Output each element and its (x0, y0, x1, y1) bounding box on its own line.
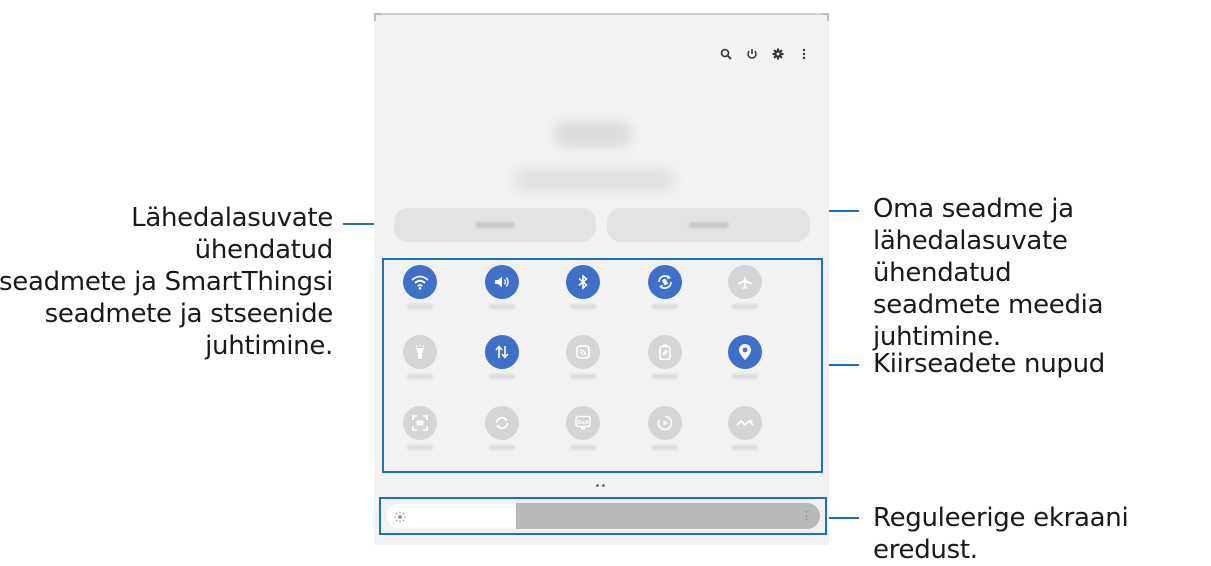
screen-corner (374, 13, 382, 21)
brightness-more-icon[interactable]: ⋮ (801, 509, 812, 523)
qs-tile-nearby-share[interactable] (728, 406, 762, 440)
qs-tile-sync[interactable] (485, 406, 519, 440)
qs-tile-label-blurred (570, 374, 596, 379)
screen-capture-icon (412, 415, 428, 431)
qs-tile-mobile-data[interactable] (485, 335, 519, 369)
qs-tile-auto-rotate[interactable] (648, 265, 682, 299)
qs-tile-label-blurred (652, 374, 678, 379)
callout-brightness: Reguleerige ekraani eredust. (873, 502, 1211, 566)
panel-top-icons (719, 47, 811, 61)
quick-settings-grid: DeX (382, 258, 823, 473)
devices-label-blurred (475, 222, 515, 228)
media-output-button[interactable] (607, 208, 810, 242)
brightness-icon (394, 510, 406, 523)
callout-line: Reguleerige ekraani eredust. (873, 503, 1129, 565)
wifi-icon (411, 274, 429, 290)
nearby-share-icon (736, 417, 754, 429)
qs-tile-label-blurred (652, 445, 678, 450)
qs-tile-label-blurred (570, 445, 596, 450)
flashlight-icon (413, 344, 427, 360)
callout-line: Kiirseadete nupud (873, 349, 1105, 379)
qs-tile-label-blurred (652, 304, 678, 309)
screen-recorder-icon (657, 415, 673, 431)
qs-tile-flashlight[interactable] (403, 335, 437, 369)
callout-line: Lähedalasuvate ühendatud (131, 203, 333, 265)
qs-tile-label-blurred (489, 374, 515, 379)
qs-tile-airplane-mode[interactable] (728, 265, 762, 299)
callout-line: Oma seadme ja (873, 194, 1074, 224)
qs-tile-label-blurred (732, 304, 758, 309)
devices-button[interactable] (394, 208, 596, 242)
callout-line: juhtimine. (205, 331, 333, 361)
qs-tile-power-saving[interactable] (648, 335, 682, 369)
qs-tile-label-blurred (407, 304, 433, 309)
qs-tile-location[interactable] (728, 335, 762, 369)
page-indicator (596, 484, 605, 487)
power-icon[interactable] (745, 47, 759, 61)
settings-icon[interactable] (771, 47, 785, 61)
airplane-mode-icon (737, 274, 753, 290)
qs-tile-bluetooth[interactable] (566, 265, 600, 299)
sound-icon (494, 275, 510, 289)
auto-rotate-icon (656, 273, 674, 291)
qs-tile-dex[interactable]: DeX (566, 406, 600, 440)
qs-tile-screen-capture[interactable] (403, 406, 437, 440)
callout-line: seadmete ja stseenide (44, 299, 334, 329)
notification-panel: DeX ⋮ (374, 13, 829, 545)
qs-tile-label-blurred (732, 374, 758, 379)
qs-tile-label-blurred (407, 445, 433, 450)
svg-text:DeX: DeX (577, 420, 589, 426)
callout-devices-control: Lähedalasuvate ühendatud seadmete ja Sma… (0, 202, 333, 362)
bluetooth-icon (577, 274, 589, 290)
more-options-icon[interactable] (797, 47, 811, 61)
power-saving-icon (659, 344, 671, 360)
callout-media-control: Oma seadme ja lähedalasuvate ühendatud s… (873, 193, 1211, 353)
qs-tile-screen-recorder[interactable] (648, 406, 682, 440)
qs-tile-label-blurred (407, 374, 433, 379)
qs-tile-label-blurred (732, 445, 758, 450)
callout-line: lähedalasuvate ühendatud (873, 226, 1068, 288)
location-icon (738, 343, 752, 361)
callout-quick-settings: Kiirseadete nupud (873, 348, 1211, 380)
callout-leader-brightness (826, 517, 859, 519)
qs-tile-label-blurred (489, 304, 515, 309)
brightness-slider[interactable]: ⋮ (386, 503, 820, 529)
brightness-frame: ⋮ (379, 497, 827, 535)
qs-tile-label-blurred (489, 445, 515, 450)
sync-icon (494, 415, 510, 431)
mobile-data-icon (494, 344, 510, 360)
date-blurred (514, 169, 674, 191)
callout-line: seadmete meedia juhtimine. (873, 290, 1104, 352)
qs-tile-label-blurred (570, 304, 596, 309)
media-label-blurred (688, 222, 729, 228)
dex-icon: DeX (575, 415, 591, 431)
cast-icon (576, 345, 590, 359)
search-icon[interactable] (719, 47, 733, 61)
callout-line: seadmete ja SmartThingsi (0, 267, 333, 297)
qs-tile-sound[interactable] (485, 265, 519, 299)
qs-tile-cast[interactable] (566, 335, 600, 369)
clock-blurred (554, 121, 632, 147)
screen-corner (821, 13, 829, 21)
qs-tile-wifi[interactable] (403, 265, 437, 299)
